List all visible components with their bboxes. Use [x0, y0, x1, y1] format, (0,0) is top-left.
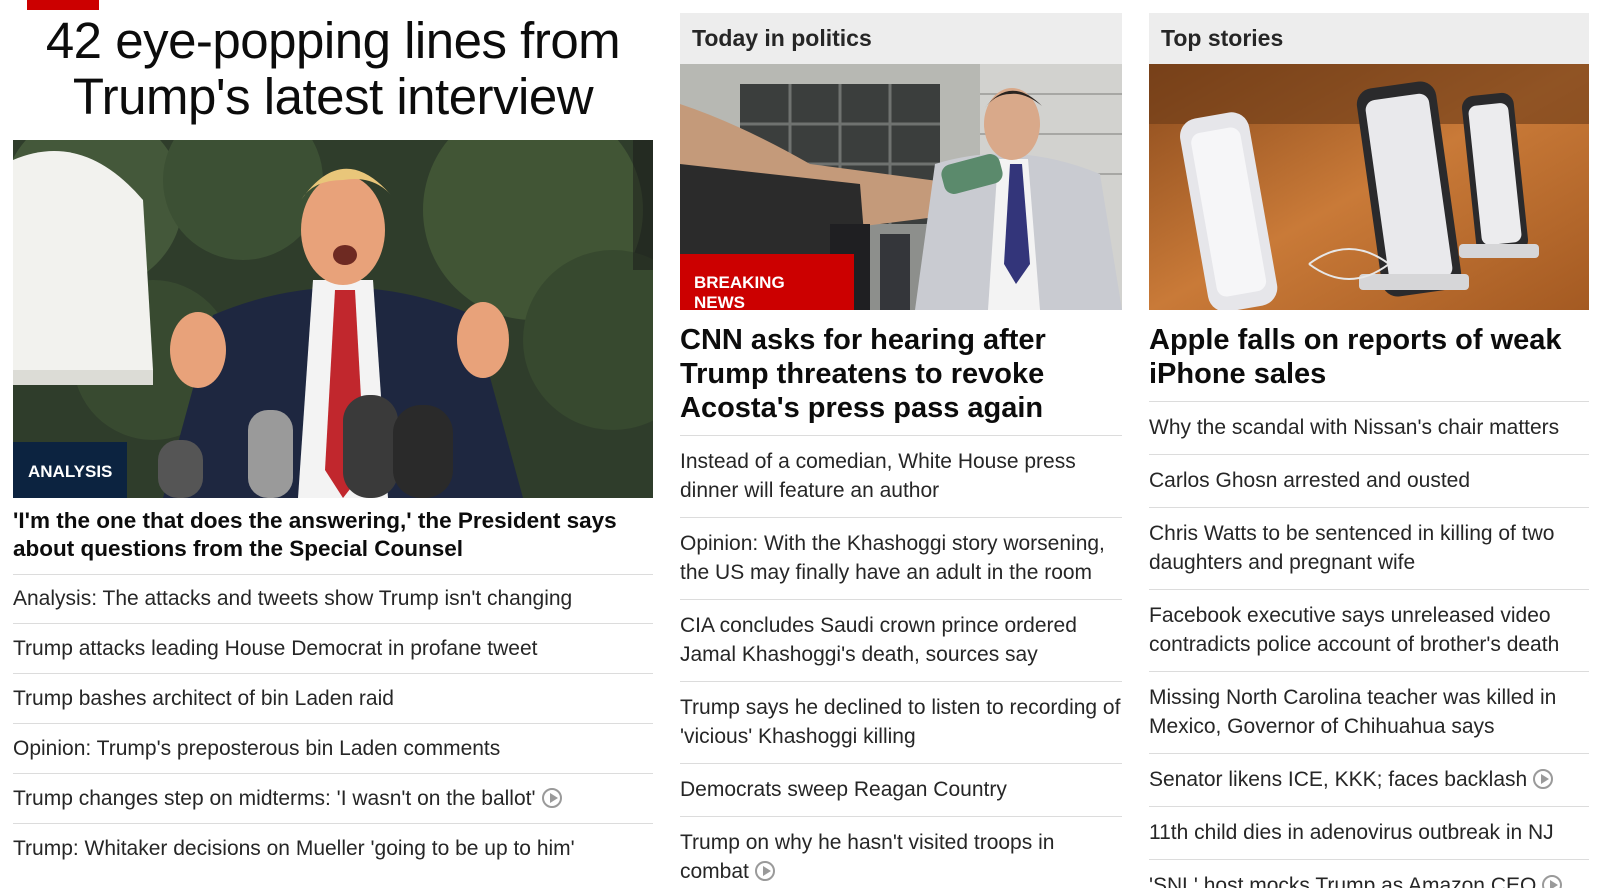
list-item[interactable]: Facebook executive says unreleased video… [1149, 590, 1589, 672]
list-item[interactable]: Opinion: With the Khashoggi story worsen… [680, 518, 1122, 600]
list-item[interactable]: Missing North Carolina teacher was kille… [1149, 672, 1589, 754]
list-item-text[interactable]: 11th child dies in adenovirus outbreak i… [1149, 821, 1554, 844]
list-item-text[interactable]: Chris Watts to be sentenced in killing o… [1149, 522, 1554, 574]
list-item[interactable]: Why the scandal with Nissan's chair matt… [1149, 402, 1589, 455]
video-play-icon [1533, 769, 1554, 789]
list-item-text[interactable]: Trump says he declined to listen to reco… [680, 696, 1120, 748]
video-play-icon [1542, 875, 1563, 888]
left-lead-story[interactable]: 'I'm the one that does the answering,' t… [13, 507, 653, 575]
list-item[interactable]: Trump bashes architect of bin Laden raid [13, 674, 653, 724]
list-item[interactable]: Trump on why he hasn't visited troops in… [680, 817, 1122, 888]
right-lead-headline[interactable]: Apple falls on reports of weak iPhone sa… [1149, 323, 1589, 391]
mid-lead-story[interactable]: CNN asks for hearing after Trump threate… [680, 323, 1122, 436]
list-item-text[interactable]: Why the scandal with Nissan's chair matt… [1149, 416, 1559, 439]
left-story-list: Analysis: The attacks and tweets show Tr… [13, 574, 653, 874]
analysis-badge: ANALYSIS [13, 442, 128, 498]
video-play-icon [754, 861, 775, 881]
list-item[interactable]: Analysis: The attacks and tweets show Tr… [13, 574, 653, 624]
list-item[interactable]: Senator likens ICE, KKK; faces backlash [1149, 754, 1589, 807]
mid-zone: Today in politics BREAKING NEWS CNN asks… [680, 0, 1122, 888]
list-item-text[interactable]: Carlos Ghosn arrested and ousted [1149, 469, 1470, 492]
list-item-text[interactable]: Opinion: Trump's preposterous bin Laden … [13, 737, 500, 760]
list-item-text[interactable]: Trump attacks leading House Democrat in … [13, 637, 537, 660]
right-lead-story[interactable]: Apple falls on reports of weak iPhone sa… [1149, 323, 1589, 402]
breaking-news-badge: BREAKING NEWS [680, 254, 854, 310]
list-item-text[interactable]: Democrats sweep Reagan Country [680, 778, 1007, 801]
list-item[interactable]: 11th child dies in adenovirus outbreak i… [1149, 807, 1589, 860]
list-item[interactable]: Chris Watts to be sentenced in killing o… [1149, 508, 1589, 590]
zone-header-politics[interactable]: Today in politics [680, 13, 1122, 64]
list-item-text[interactable]: Trump on why he hasn't visited troops in… [680, 831, 1054, 883]
list-item[interactable]: Trump attacks leading House Democrat in … [13, 624, 653, 674]
hero-image-trump[interactable]: ANALYSIS [13, 140, 653, 498]
hero-headline[interactable]: 42 eye-popping lines from Trump's latest… [13, 13, 653, 137]
list-item-text[interactable]: Trump: Whitaker decisions on Mueller 'go… [13, 837, 575, 860]
list-item[interactable]: Trump changes step on midterms: 'I wasn'… [13, 774, 653, 824]
card-image-iphones[interactable] [1149, 64, 1589, 310]
iphone-photo [1149, 64, 1589, 310]
right-zone: Top stories Apple falls on reports of we… [1149, 0, 1589, 888]
list-item-text[interactable]: Facebook executive says unreleased video… [1149, 604, 1559, 656]
video-play-icon [541, 788, 562, 808]
left-lead-headline[interactable]: 'I'm the one that does the answering,' t… [13, 507, 653, 563]
list-item-text[interactable]: Senator likens ICE, KKK; faces backlash [1149, 768, 1527, 791]
list-item-text[interactable]: Trump bashes architect of bin Laden raid [13, 687, 394, 710]
list-item-text[interactable]: CIA concludes Saudi crown prince ordered… [680, 614, 1077, 666]
left-zone: 42 eye-popping lines from Trump's latest… [13, 0, 653, 860]
list-item[interactable]: Opinion: Trump's preposterous bin Laden … [13, 724, 653, 774]
right-story-list: Why the scandal with Nissan's chair matt… [1149, 402, 1589, 888]
list-item-text[interactable]: Opinion: With the Khashoggi story worsen… [680, 532, 1105, 584]
list-item[interactable]: CIA concludes Saudi crown prince ordered… [680, 600, 1122, 682]
zone-header-top-stories[interactable]: Top stories [1149, 13, 1589, 64]
mid-story-list: Instead of a comedian, White House press… [680, 436, 1122, 888]
list-item[interactable]: Trump says he declined to listen to reco… [680, 682, 1122, 764]
list-item[interactable]: Carlos Ghosn arrested and ousted [1149, 455, 1589, 508]
list-item-text[interactable]: Analysis: The attacks and tweets show Tr… [13, 587, 572, 610]
list-item-text[interactable]: Trump changes step on midterms: 'I wasn'… [13, 787, 536, 810]
list-item-text[interactable]: Instead of a comedian, White House press… [680, 450, 1076, 502]
card-image-acosta[interactable]: BREAKING NEWS [680, 64, 1122, 310]
list-item-text[interactable]: 'SNL' host mocks Trump as Amazon CEO [1149, 874, 1536, 888]
list-item[interactable]: 'SNL' host mocks Trump as Amazon CEO [1149, 860, 1589, 888]
list-item[interactable]: Democrats sweep Reagan Country [680, 764, 1122, 817]
list-item[interactable]: Trump: Whitaker decisions on Mueller 'go… [13, 824, 653, 874]
list-item-text[interactable]: Missing North Carolina teacher was kille… [1149, 686, 1556, 738]
mid-lead-headline[interactable]: CNN asks for hearing after Trump threate… [680, 323, 1122, 425]
list-item[interactable]: Instead of a comedian, White House press… [680, 436, 1122, 518]
